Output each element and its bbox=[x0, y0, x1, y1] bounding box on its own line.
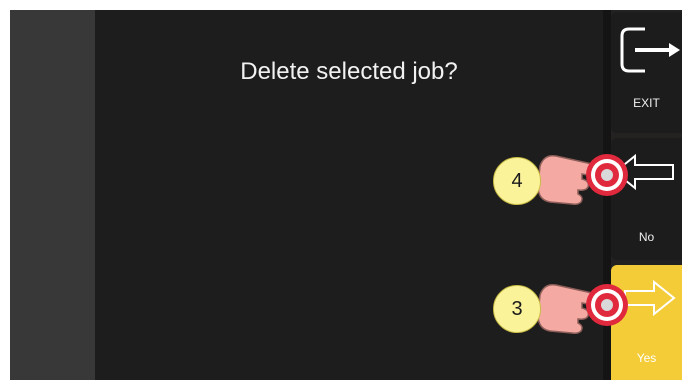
exit-arrow-icon bbox=[620, 27, 680, 73]
press-marker-icon bbox=[586, 154, 628, 196]
exit-button[interactable]: EXIT bbox=[611, 12, 682, 133]
no-label: No bbox=[638, 230, 655, 244]
exit-label: EXIT bbox=[633, 96, 660, 110]
yes-label: Yes bbox=[636, 351, 657, 365]
callout-badge: 3 bbox=[493, 285, 541, 333]
left-panel bbox=[10, 10, 95, 380]
callout-badge: 4 bbox=[493, 157, 541, 205]
press-marker-icon bbox=[586, 284, 628, 326]
dialog-prompt: Delete selected job? bbox=[240, 58, 458, 85]
